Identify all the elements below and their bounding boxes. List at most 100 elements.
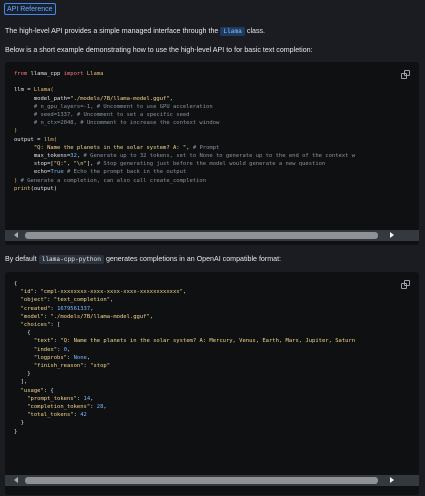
code-token: output = — [14, 136, 44, 143]
arrow-right-icon[interactable] — [390, 232, 394, 238]
code-token: llm = — [14, 87, 34, 94]
code-token: "model" — [20, 313, 44, 320]
code-line: ], — [14, 378, 419, 386]
arrow-left-icon[interactable] — [14, 232, 18, 238]
code-token: ], — [14, 379, 28, 386]
output-format-paragraph: By default llama-cpp-python generates co… — [5, 254, 419, 264]
code-token: stop=[ — [14, 161, 54, 168]
code-token: "./models/7B/llama-model.gguf" — [50, 313, 150, 320]
code-line: echo=True # Echo the prompt back in the … — [14, 168, 419, 176]
horizontal-scrollbar[interactable] — [5, 230, 419, 241]
code-token: : — [90, 404, 97, 411]
code-line: "completion_tokens": 28, — [14, 403, 419, 411]
api-reference-link-box[interactable]: API Reference — [4, 3, 56, 15]
code-token: "logprobs" — [33, 354, 67, 361]
code-line: "logprobs": None, — [14, 354, 419, 362]
code-token: from — [14, 71, 31, 77]
code-token: } — [14, 420, 24, 427]
code-token: Llama( — [33, 87, 54, 94]
arrow-left-icon[interactable] — [14, 477, 18, 483]
code-line: "index": 0, — [14, 346, 419, 354]
code-token: # seed=1337, # Uncomment to set a specif… — [14, 112, 190, 119]
code-token: "choices" — [20, 322, 51, 329]
output-text-after: generates completions in an OpenAI compa… — [105, 255, 282, 263]
intro-text-after: class. — [246, 27, 266, 35]
intro-text-before: The high-level API provides a simple man… — [5, 27, 219, 35]
code-token: # n_gpu_layers=-1, # Uncomment to use GP… — [14, 103, 213, 110]
code-token: "stop" — [90, 363, 111, 370]
code-line: llm = Llama( — [14, 86, 419, 94]
code-token: "usage" — [20, 387, 44, 394]
code-token: 42 — [80, 412, 87, 419]
code-line: { — [14, 329, 419, 337]
code-line: output = llm( — [14, 136, 419, 144]
code-token: , — [90, 305, 94, 312]
code-line: "finish_reason": "stop" — [14, 362, 419, 370]
code-token: : — [76, 395, 84, 402]
code-token: "text" — [33, 338, 54, 345]
code-line: } — [14, 428, 419, 436]
code-token: None — [73, 354, 87, 361]
horizontal-scrollbar[interactable] — [5, 475, 419, 486]
code-token: # n_ctx=2048, # Uncomment to increase th… — [14, 120, 220, 127]
code-line: "prompt_tokens": 14, — [14, 395, 419, 403]
api-reference-link[interactable]: API Reference — [7, 6, 53, 13]
code-token: , — [169, 95, 173, 102]
llama-class-link[interactable]: Llama — [220, 27, 245, 36]
code-token: model_path= — [14, 95, 71, 102]
code-token: , — [186, 144, 193, 151]
code-token: "text_completion" — [53, 297, 111, 304]
code-token: : — [47, 297, 54, 304]
code-token: max_tokens= — [14, 153, 71, 160]
code-line: "model": "./models/7B/llama-model.gguf", — [14, 313, 419, 321]
code-line: # n_ctx=2048, # Uncomment to increase th… — [14, 119, 419, 127]
code-token: } — [14, 428, 18, 435]
code-token: "total_tokens" — [27, 412, 74, 419]
code-token: "prompt_tokens" — [27, 395, 77, 402]
code-line: # n_gpu_layers=-1, # Uncomment to use GP… — [14, 103, 419, 111]
example-paragraph: Below is a short example demonstrating h… — [5, 46, 313, 54]
code-token: True — [50, 169, 64, 176]
scrollbar-thumb[interactable] — [25, 477, 378, 484]
code-token: , — [67, 346, 71, 353]
code-line: max_tokens=32, # Generate up to 32 token… — [14, 152, 419, 160]
code-line: "created": 1679561337, — [14, 305, 419, 313]
code-token: "cmpl-xxxxxxxx-xxxx-xxxx-xxxx-xxxxxxxxxx… — [40, 289, 183, 296]
code-token: "object" — [20, 297, 48, 304]
code-line: "object": "text_completion", — [14, 296, 419, 304]
code-content-json: { "id": "cmpl-xxxxxxxx-xxxx-xxxx-xxxx-xx… — [14, 280, 419, 436]
code-line: "total_tokens": 42 — [14, 411, 419, 419]
code-token: # Stop generating just before the model … — [96, 161, 326, 168]
code-token: 1679561337 — [57, 305, 91, 312]
code-token: "index" — [33, 346, 58, 353]
code-token: : { — [43, 387, 54, 394]
code-token: "Q: Name the planets in the solar system… — [60, 338, 356, 345]
code-line: } — [14, 419, 419, 427]
arrow-right-icon[interactable] — [390, 477, 394, 483]
code-block-json: { "id": "cmpl-xxxxxxxx-xxxx-xxxx-xxxx-xx… — [5, 272, 419, 495]
code-token: "./models/7B/llama-model.gguf" — [70, 95, 170, 102]
code-line: stop=["Q:", "\n"], # Stop generating jus… — [14, 160, 419, 168]
code-token: llm( — [43, 136, 58, 143]
code-token: "id" — [20, 289, 34, 296]
package-name-code: llama-cpp-python — [38, 255, 104, 264]
scrollbar-thumb[interactable] — [25, 232, 378, 239]
code-token: , — [67, 161, 74, 168]
code-token: , — [182, 289, 187, 296]
code-token: "\n" — [73, 161, 87, 168]
code-token: import — [63, 71, 87, 77]
code-token: "finish_reason" — [33, 363, 84, 370]
code-token: # Prompt — [192, 144, 220, 151]
code-line: # seed=1337, # Uncomment to set a specif… — [14, 111, 419, 119]
